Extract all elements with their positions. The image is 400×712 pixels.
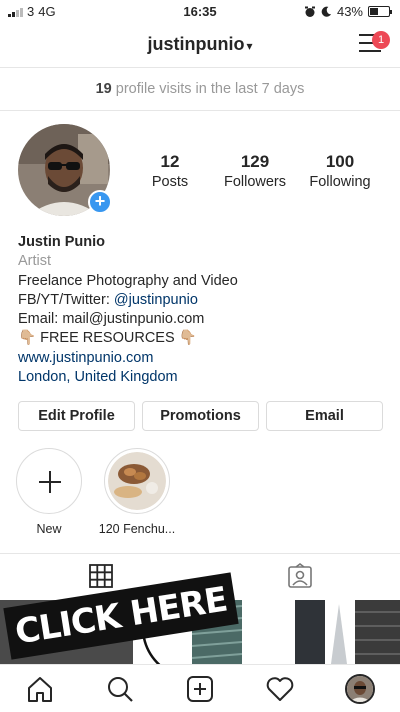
promotions-button[interactable]: Promotions [142,401,259,431]
add-story-plus-icon[interactable]: + [88,190,112,214]
home-icon[interactable] [25,675,55,703]
visits-text: profile visits in the last 7 days [115,81,305,97]
moon-icon [321,6,332,17]
battery-percent: 43% [336,4,363,19]
status-bar: 3 4G 16:35 43% [0,0,400,22]
followers-label: Followers [223,174,287,190]
tagged-photos-icon[interactable] [286,563,314,589]
followers-count: 129 [240,152,270,171]
avatar [347,676,373,702]
visits-count: 19 [95,81,112,97]
skyline-photo [295,600,400,664]
edit-profile-button[interactable]: Edit Profile [18,401,135,431]
notification-badge: 1 [372,31,390,49]
hamburger-icon-line [359,50,381,52]
post-thumbnail[interactable] [267,600,400,664]
twitter-handle-link[interactable]: @justinpunio [114,292,198,308]
plus-icon [39,471,61,493]
bio-line: Freelance Photography and Video [18,272,238,289]
followers-stat[interactable]: 129 Followers [215,152,295,190]
food-photo [108,452,166,510]
status-right: 43% [304,4,392,19]
email-button[interactable]: Email [266,401,383,431]
alarm-icon [304,6,315,17]
bio: Justin Punio Artist Freelance Photograph… [18,233,388,387]
profile-header: justinpunio ▾ [0,22,400,68]
highlight-label: 120 Fenchu... [98,522,176,536]
battery-fill [370,8,378,15]
battery-icon [368,6,392,17]
highlight-cover [104,448,170,514]
following-count: 100 [325,152,355,171]
divider [0,553,400,554]
bio-line: FB/YT/Twitter: @justinpunio [18,291,198,308]
new-highlight[interactable]: New [9,448,89,536]
profile-avatar-tab[interactable] [345,674,375,704]
highlight-fenchurch[interactable]: 120 Fenchu... [97,448,177,536]
website-link[interactable]: www.justinpunio.com [18,349,388,368]
posts-count: 12 [160,152,180,171]
search-icon[interactable] [105,675,135,703]
profile-name: Justin Punio [18,234,105,250]
following-label: Following [309,174,371,190]
bio-line: 👇🏼 FREE RESOURCES 👇🏼 [18,330,197,347]
posts-label: Posts [151,174,189,190]
new-highlight-circle [16,448,82,514]
grid-view-icon[interactable] [87,563,115,589]
following-stat[interactable]: 100 Following [300,152,380,190]
highlight-label: New [36,522,62,536]
heart-icon[interactable] [265,675,295,703]
new-post-icon[interactable] [185,675,215,703]
profile-visits-banner[interactable]: 19 profile visits in the last 7 days [0,69,400,111]
profile-category: Artist [18,253,52,270]
bottom-nav [0,664,400,712]
username: justinpunio [147,34,245,54]
posts-stat[interactable]: 12 Posts [130,152,210,190]
bio-line: Email: mail@justinpunio.com [18,311,205,328]
location-link[interactable]: London, United Kingdom [18,368,388,387]
chevron-down-icon: ▾ [246,39,253,53]
username-switcher[interactable]: justinpunio ▾ [0,34,400,55]
